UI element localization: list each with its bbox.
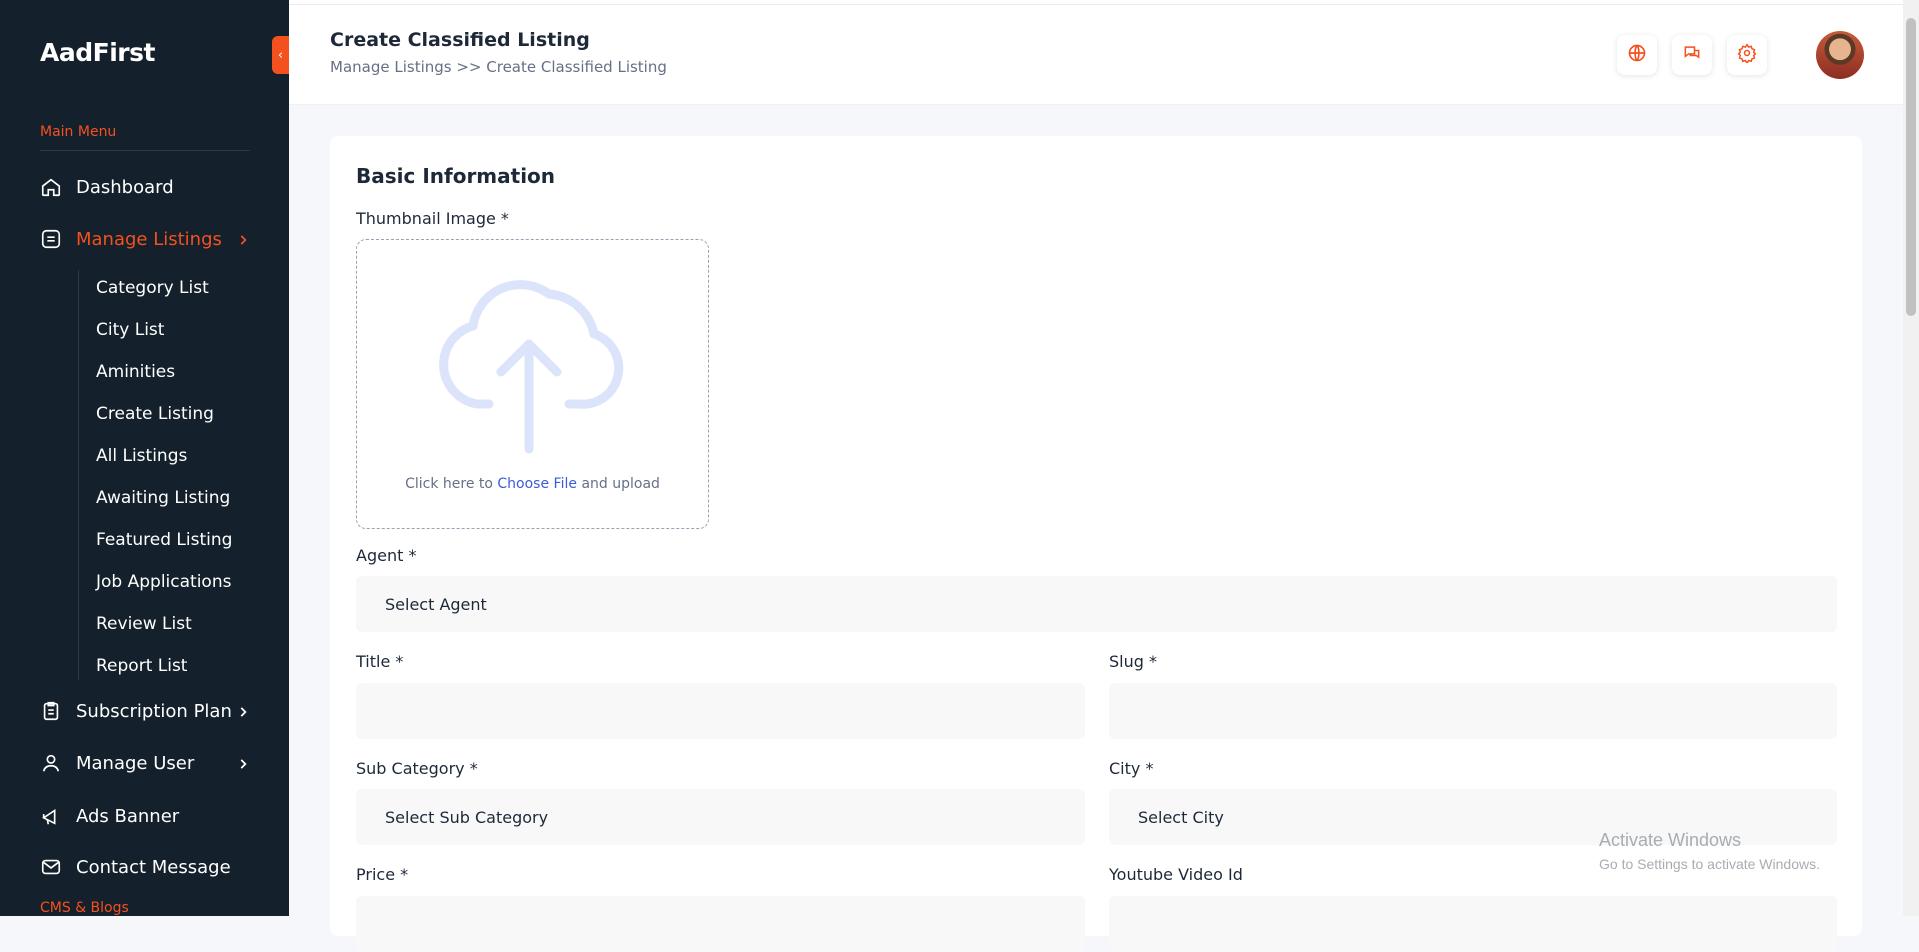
sidebar-subitem-job-applications[interactable]: Job Applications	[96, 569, 231, 595]
activation-watermark-title: Activate Windows	[1599, 830, 1742, 850]
price-input[interactable]	[356, 896, 1085, 952]
sidebar-item-ads-banner[interactable]: Ads Banner	[40, 801, 255, 831]
sidebar-item-dashboard[interactable]: Dashboard	[40, 172, 255, 202]
youtube-video-id-label: Youtube Video Id	[1109, 865, 1243, 884]
sub-category-select[interactable]: Select Sub Category	[356, 789, 1085, 845]
sidebar-subitem-review-list[interactable]: Review List	[96, 611, 192, 637]
sidebar-item-contact-message[interactable]: Contact Message	[40, 852, 255, 882]
sidebar-subitem-create-listing[interactable]: Create Listing	[96, 401, 214, 427]
chevron-right-icon	[236, 231, 250, 252]
sidebar: AadFirst ‹ Main Menu Dashboard Manage Li…	[0, 0, 289, 916]
sidebar-subitem-aminities[interactable]: Aminities	[96, 359, 175, 385]
agent-select[interactable]: Select Agent	[356, 576, 1837, 632]
slug-input[interactable]	[1109, 683, 1837, 739]
title-input[interactable]	[356, 683, 1085, 739]
agent-label: Agent *	[356, 546, 417, 565]
sidebar-collapse-button[interactable]: ‹	[272, 36, 289, 74]
chevron-right-icon	[236, 755, 250, 776]
upload-instructions: Click here to Choose File and upload	[357, 476, 708, 492]
header: Create Classified Listing Manage Listing…	[289, 5, 1903, 105]
messages-button[interactable]	[1672, 35, 1712, 75]
upload-prefix-text: Click here to	[405, 476, 493, 492]
sidebar-subitem-city-list[interactable]: City List	[96, 317, 164, 343]
city-label: City *	[1109, 759, 1154, 778]
avatar[interactable]	[1816, 31, 1864, 79]
sidebar-item-label: Ads Banner	[76, 805, 180, 827]
cloud-upload-icon	[429, 264, 639, 458]
city-select-value: Select City	[1138, 807, 1224, 827]
home-icon	[40, 176, 62, 198]
scrollbar-thumb[interactable]	[1906, 18, 1916, 316]
form-card: Basic Information Thumbnail Image * Clic…	[330, 136, 1862, 952]
sidebar-item-subscription-plan[interactable]: Subscription Plan	[40, 696, 255, 726]
clipboard-icon	[40, 700, 62, 722]
sidebar-item-label: Subscription Plan	[76, 700, 232, 722]
sidebar-item-manage-listings[interactable]: Manage Listings	[40, 224, 255, 254]
activation-watermark-subtitle: Go to Settings to activate Windows.	[1599, 856, 1820, 872]
main-menu-heading: Main Menu	[40, 124, 117, 140]
megaphone-icon	[40, 805, 62, 827]
breadcrumb[interactable]: Manage Listings >> Create Classified Lis…	[330, 58, 667, 76]
menu-divider	[40, 150, 250, 151]
slug-label: Slug *	[1109, 652, 1157, 671]
section-title: Basic Information	[356, 164, 556, 188]
youtube-video-id-input[interactable]	[1109, 896, 1837, 952]
settings-button[interactable]	[1727, 35, 1767, 75]
chat-icon	[1682, 43, 1702, 67]
sidebar-item-manage-user[interactable]: Manage User	[40, 748, 255, 778]
chevron-left-icon: ‹	[277, 47, 284, 63]
sidebar-item-label: Dashboard	[76, 176, 174, 198]
sidebar-subitem-category-list[interactable]: Category List	[96, 275, 209, 301]
gear-icon	[1737, 43, 1757, 67]
thumbnail-upload-dropzone[interactable]: Click here to Choose File and upload	[356, 239, 709, 529]
brand-logo[interactable]: AadFirst	[40, 38, 155, 67]
sidebar-item-label: Manage Listings	[76, 228, 222, 250]
agent-select-value: Select Agent	[385, 594, 487, 614]
sidebar-subitem-featured-listing[interactable]: Featured Listing	[96, 527, 232, 553]
title-label: Title *	[356, 652, 404, 671]
list-icon	[40, 228, 62, 250]
mail-icon	[40, 856, 62, 878]
price-label: Price *	[356, 865, 409, 884]
sidebar-item-label: Manage User	[76, 752, 195, 774]
choose-file-link[interactable]: Choose File	[497, 476, 577, 492]
sidebar-subitem-report-list[interactable]: Report List	[96, 653, 187, 679]
page-title: Create Classified Listing	[330, 29, 590, 51]
sub-category-label: Sub Category *	[356, 759, 478, 778]
user-icon	[40, 752, 62, 774]
submenu-guide-line	[78, 270, 79, 680]
chevron-right-icon	[236, 703, 250, 724]
thumbnail-label: Thumbnail Image *	[356, 209, 509, 228]
upload-suffix-text: and upload	[581, 476, 660, 492]
sidebar-subitem-all-listings[interactable]: All Listings	[96, 443, 187, 469]
globe-icon	[1627, 43, 1647, 67]
cms-blogs-heading: CMS & Blogs	[40, 900, 129, 916]
sidebar-item-label: Contact Message	[76, 856, 231, 878]
sidebar-subitem-awaiting-listing[interactable]: Awaiting Listing	[96, 485, 230, 511]
language-button[interactable]	[1617, 35, 1657, 75]
sub-category-select-value: Select Sub Category	[385, 807, 549, 827]
